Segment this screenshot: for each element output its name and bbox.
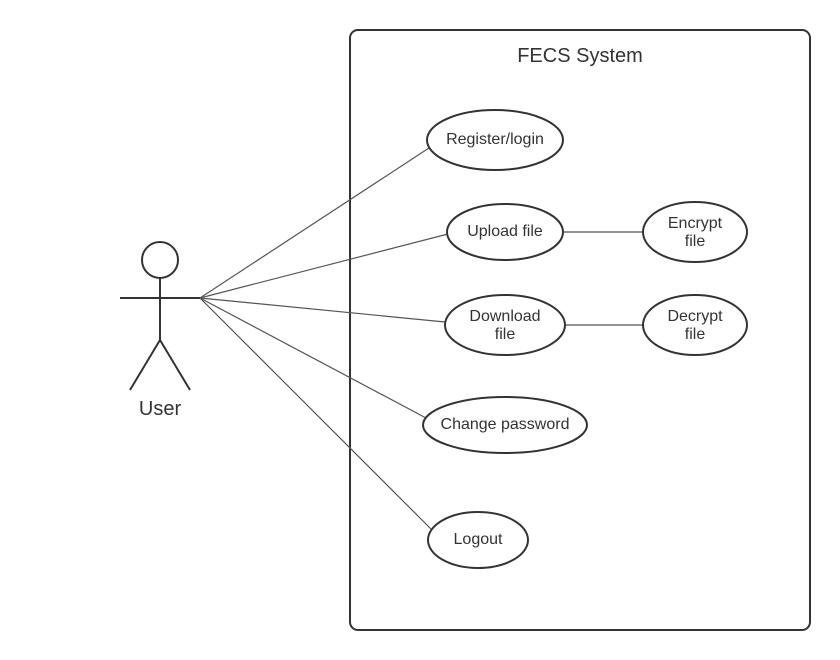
svg-text:Upload file: Upload file <box>467 223 543 240</box>
svg-text:file: file <box>495 326 516 343</box>
usecase-decrypt: Decrypt file <box>643 295 747 355</box>
assoc-download <box>200 298 445 322</box>
usecase-change-password: Change password <box>423 397 587 453</box>
actor-leg-left <box>130 340 160 390</box>
svg-text:file: file <box>685 326 706 343</box>
usecase-register: Register/login <box>427 110 563 170</box>
usecase-encrypt: Encrypt file <box>643 202 747 262</box>
usecase-upload: Upload file <box>447 204 563 260</box>
assoc-upload <box>200 234 448 298</box>
assoc-register <box>200 146 432 298</box>
svg-text:Logout: Logout <box>454 531 503 548</box>
svg-text:Download: Download <box>469 308 540 325</box>
system-title: FECS System <box>517 45 643 67</box>
use-case-diagram: FECS System User Register/login Upload f… <box>0 0 840 660</box>
usecase-download: Download file <box>445 295 565 355</box>
actor-leg-right <box>160 340 190 390</box>
svg-text:file: file <box>685 233 706 250</box>
actor-user: User <box>120 242 200 420</box>
actor-head-icon <box>142 242 178 278</box>
svg-text:Register/login: Register/login <box>446 131 544 148</box>
actor-label: User <box>139 398 182 420</box>
usecase-logout: Logout <box>428 512 528 568</box>
svg-text:Decrypt: Decrypt <box>667 308 723 325</box>
svg-text:Change password: Change password <box>441 416 570 433</box>
assoc-changepw <box>200 298 426 418</box>
assoc-logout <box>200 298 432 530</box>
svg-text:Encrypt: Encrypt <box>668 215 723 232</box>
